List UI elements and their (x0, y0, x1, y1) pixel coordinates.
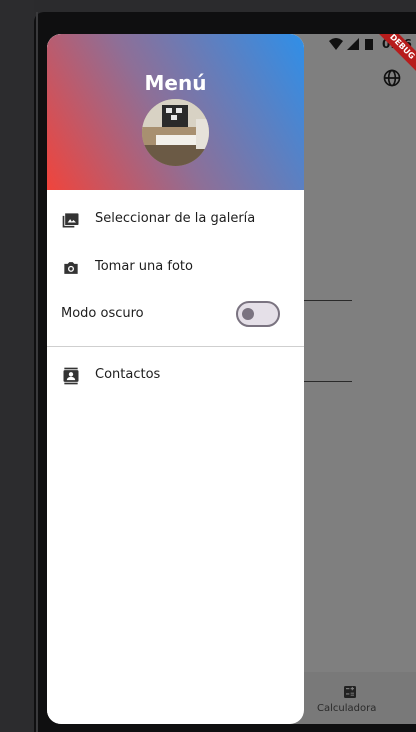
navigation-drawer: Menú Seleccionar de la galería Tomar una… (47, 34, 304, 724)
camera-label: Tomar una foto (95, 259, 193, 274)
avatar[interactable] (142, 99, 209, 166)
gallery-label: Seleccionar de la galería (95, 211, 256, 226)
dark-mode-row: Modo oscuro (47, 293, 304, 337)
contacts-menu-item[interactable]: Contactos (47, 354, 304, 398)
divider (47, 346, 304, 347)
drawer-title: Menú (144, 71, 207, 95)
drawer-header: Menú (47, 34, 304, 190)
emulator-side-panel (0, 0, 34, 732)
dark-mode-label: Modo oscuro (61, 306, 144, 321)
contacts-label: Contactos (95, 367, 161, 382)
device-screen: Calculadora 0:06 DEBUG Menú (47, 34, 416, 724)
camera-menu-item[interactable]: Tomar una foto (47, 246, 304, 290)
camera-icon (64, 262, 78, 274)
signal-icon (347, 38, 359, 50)
dark-mode-toggle[interactable] (236, 301, 280, 327)
wifi-icon (329, 38, 343, 50)
gallery-menu-item[interactable]: Seleccionar de la galería (47, 198, 304, 242)
photo-library-icon (62, 213, 79, 228)
contacts-icon (63, 367, 79, 385)
battery-icon (365, 39, 373, 50)
toggle-knob (242, 308, 254, 320)
